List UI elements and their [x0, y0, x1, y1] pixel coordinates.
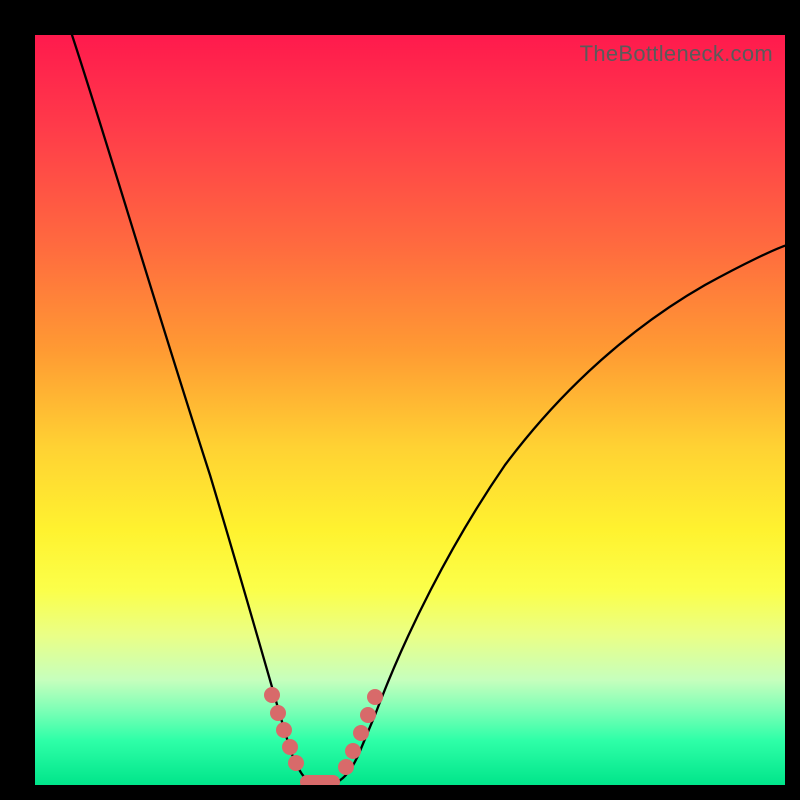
bottleneck-curve [35, 35, 785, 785]
watermark-label: TheBottleneck.com [580, 41, 773, 67]
plot-area: TheBottleneck.com [35, 35, 785, 785]
marker-dot [276, 722, 292, 738]
curve-path [72, 35, 785, 783]
marker-dot [353, 725, 369, 741]
marker-dot [270, 705, 286, 721]
right-marker-group [338, 689, 383, 775]
marker-dot [367, 689, 383, 705]
marker-dot [360, 707, 376, 723]
marker-dot [345, 743, 361, 759]
marker-dot [264, 687, 280, 703]
marker-dot [338, 759, 354, 775]
left-marker-group [264, 687, 304, 771]
marker-dot [282, 739, 298, 755]
chart-frame: TheBottleneck.com [0, 0, 800, 800]
marker-dot [288, 755, 304, 771]
optimal-range-bar [300, 775, 340, 785]
